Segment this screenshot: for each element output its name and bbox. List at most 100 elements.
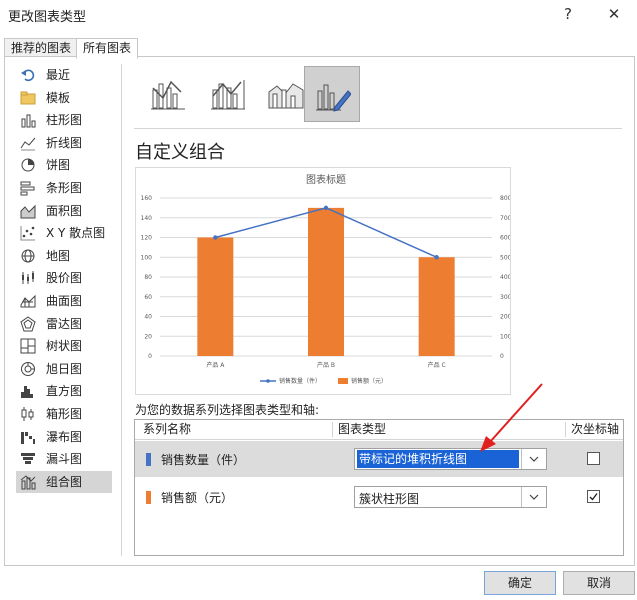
sidebar-item-sunburst[interactable]: 旭日图: [16, 358, 112, 380]
y-right-tick-label: 700: [500, 215, 510, 222]
sidebar-item-surface-chart[interactable]: 曲面图: [16, 290, 112, 312]
sidebar-item-stock-chart[interactable]: 股价图: [16, 267, 112, 289]
sidebar-item-label: 面积图: [46, 203, 83, 218]
sidebar-item-label: 曲面图: [46, 294, 83, 308]
bar-chart-icon: [20, 180, 36, 196]
chart-type-select[interactable]: 簇状柱形图: [354, 486, 547, 508]
tab-recommended-charts[interactable]: 推荐的图表: [4, 38, 79, 58]
legend-line-marker: [266, 379, 270, 383]
funnel-icon: [20, 451, 36, 467]
bar: [197, 237, 234, 356]
legend-bar-swatch: [338, 378, 348, 384]
combo-custom-icon[interactable]: [304, 66, 360, 122]
close-button[interactable]: ✕: [600, 2, 628, 26]
box-whisker-icon: [20, 406, 36, 422]
series-instruction: 为您的数据系列选择图表类型和轴:: [135, 403, 320, 417]
legend-label: 销售额（元）: [351, 377, 387, 385]
sidebar-item-histogram[interactable]: 直方图: [16, 380, 112, 402]
column-chart-icon: [20, 112, 36, 128]
sidebar-item-treemap[interactable]: 树状图: [16, 335, 112, 357]
surface-chart-icon: [20, 293, 36, 309]
sidebar-item-label: 饼图: [46, 158, 71, 173]
series-row: 销售额（元） 簇状柱形图: [135, 479, 623, 515]
sidebar-item-line-chart[interactable]: 折线图: [16, 132, 112, 154]
y-left-tick-label: 80: [144, 274, 152, 281]
series-table: 系列名称 图表类型 次坐标轴 销售数量（件） 带标记的堆积折线图 销售额（元） …: [134, 419, 624, 556]
checkmark-icon: [589, 493, 598, 501]
y-left-tick-label: 120: [141, 235, 153, 242]
dialog-title: 更改图表类型: [8, 10, 87, 25]
sidebar-item-area-chart[interactable]: 面积图: [16, 200, 112, 222]
y-left-tick-label: 140: [141, 215, 153, 222]
sidebar-item-scatter-chart[interactable]: X Y 散点图: [16, 222, 112, 244]
help-button[interactable]: ?: [554, 2, 582, 26]
sidebar-item-label: 组合图: [46, 474, 83, 489]
sidebar-item-label: 最近: [46, 68, 71, 82]
combo-clustered-column-line-icon[interactable]: [140, 66, 196, 122]
section-title: 自定义组合: [135, 142, 225, 163]
sidebar-item-label: 树状图: [46, 339, 83, 354]
undo-arrow-icon: [20, 67, 36, 83]
sidebar-item-label: 雷达图: [46, 316, 83, 331]
stock-chart-icon: [20, 270, 36, 286]
col-header-series-name: 系列名称: [143, 422, 192, 436]
ok-button[interactable]: 确定: [484, 571, 556, 595]
tab-all-charts[interactable]: 所有图表: [76, 38, 139, 59]
y-left-tick-label: 160: [141, 195, 153, 202]
cancel-button[interactable]: 取消: [563, 571, 635, 595]
sidebar-item-label: 旭日图: [46, 361, 83, 376]
chart-title: 图表标题: [306, 173, 346, 186]
histogram-icon: [20, 383, 36, 399]
line-chart-icon: [20, 135, 36, 151]
bar: [308, 207, 344, 356]
sidebar-item-pie-chart[interactable]: 饼图: [16, 154, 112, 176]
sidebar-item-label: X Y 散点图: [46, 226, 106, 241]
y-right-tick-label: 300: [500, 294, 510, 301]
area-chart-icon: [20, 203, 36, 219]
globe-icon: [20, 248, 36, 264]
y-right-tick-label: 800: [500, 195, 510, 202]
sidebar-divider: [121, 64, 122, 556]
y-left-tick-label: 60: [144, 294, 152, 301]
x-tick-label: 产品 B: [317, 361, 335, 369]
title-bar: [0, 0, 637, 28]
sidebar-item-box-whisker[interactable]: 箱形图: [16, 403, 112, 425]
sidebar-item-funnel[interactable]: 漏斗图: [16, 448, 112, 470]
secondary-axis-checkbox[interactable]: [587, 452, 600, 465]
sidebar-item-label: 折线图: [46, 135, 83, 150]
sidebar-item-column-chart[interactable]: 柱形图: [16, 109, 112, 131]
sidebar-item-bar-chart[interactable]: 条形图: [16, 177, 112, 199]
y-right-tick-label: 200: [500, 314, 510, 321]
sidebar-item-label: 箱形图: [46, 407, 83, 421]
line-point: [213, 235, 218, 240]
sidebar-item-globe[interactable]: 地图: [16, 245, 112, 267]
y-right-tick-label: 600: [500, 235, 510, 242]
sidebar-item-folder[interactable]: 模板: [16, 87, 112, 109]
line-point: [323, 205, 329, 211]
col-divider: [332, 422, 333, 437]
sidebar-item-label: 直方图: [46, 384, 83, 399]
chart-type-value: 簇状柱形图: [359, 492, 420, 506]
combo-clustered-column-line-secondary-icon[interactable]: [200, 66, 256, 122]
series-name: 销售额（元）: [161, 491, 234, 505]
sidebar-item-combo-chart[interactable]: 组合图: [16, 470, 112, 493]
y-right-tick-label: 400: [500, 274, 510, 281]
y-right-tick-label: 500: [500, 254, 510, 261]
folder-icon: [20, 90, 36, 106]
waterfall-icon: [20, 429, 36, 445]
sidebar-item-waterfall[interactable]: 瀑布图: [16, 426, 112, 448]
sidebar-item-undo-arrow[interactable]: 最近: [16, 64, 112, 86]
y-right-tick-label: 100: [500, 333, 510, 340]
legend-label: 销售数量（件）: [279, 377, 321, 385]
preview-chart-svg: 图表标题 0 20 40 60 80 100 120 140 160 0 100 200 300 400 50…: [141, 173, 512, 385]
y-right-tick-label: 0: [500, 353, 504, 360]
sidebar-item-radar-chart[interactable]: 雷达图: [16, 313, 112, 335]
radar-chart-icon: [20, 315, 36, 332]
col-header-chart-type: 图表类型: [338, 422, 387, 436]
secondary-axis-checkbox[interactable]: [587, 490, 600, 503]
y-left-tick-label: 40: [144, 314, 152, 321]
sidebar-item-label: 漏斗图: [46, 452, 83, 467]
y-left-tick-label: 0: [148, 353, 152, 360]
series-name: 销售数量（件）: [161, 453, 246, 467]
chevron-down-icon[interactable]: [521, 487, 546, 507]
